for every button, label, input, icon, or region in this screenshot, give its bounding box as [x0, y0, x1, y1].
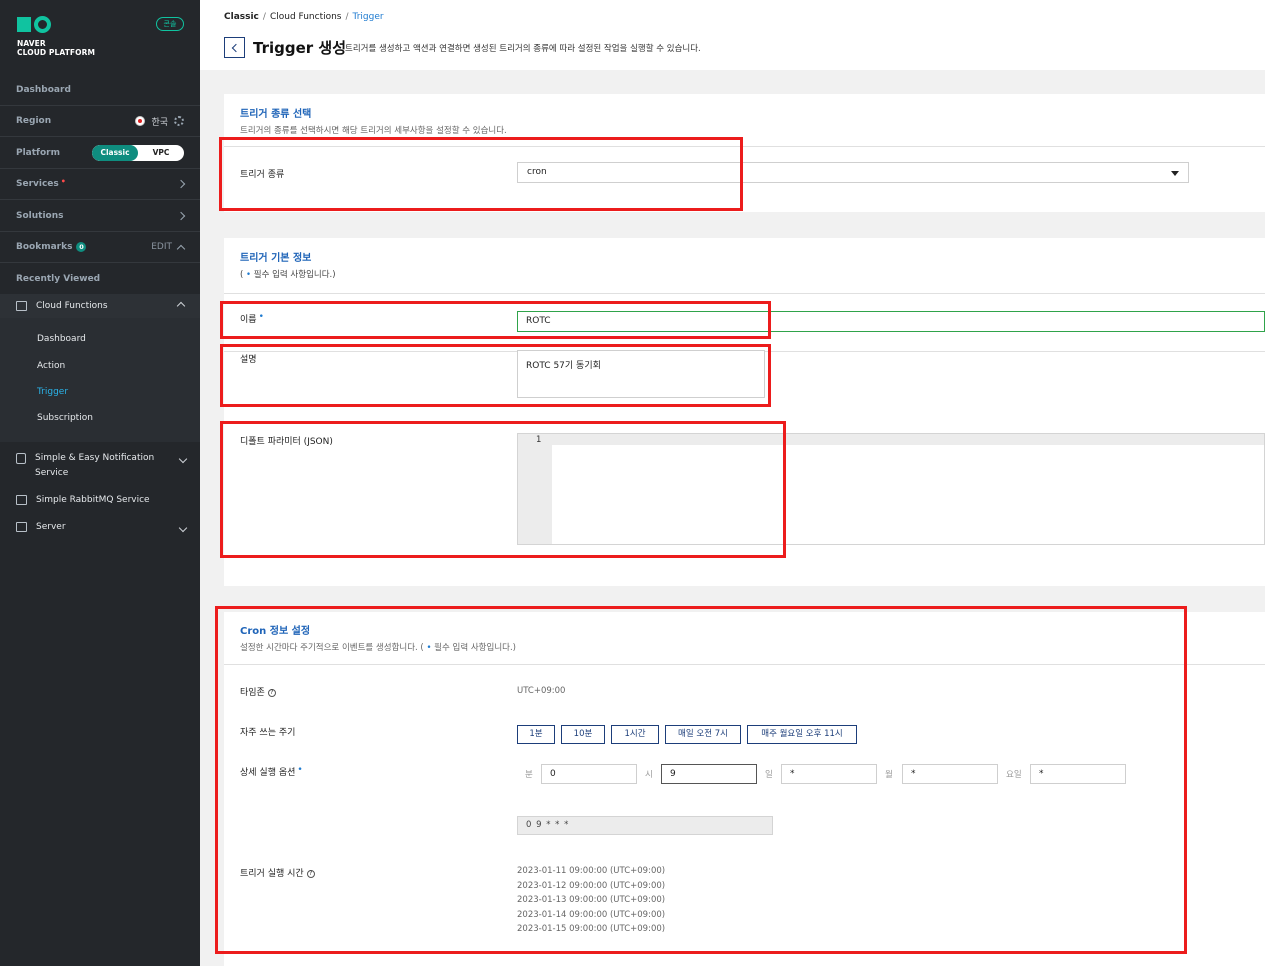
sidebar-item-rabbitmq[interactable]: Simple RabbitMQ Service: [16, 493, 186, 508]
ncp-logo[interactable]: NAVER CLOUD PLATFORM: [17, 16, 95, 57]
sidebar-item-label: Cloud Functions: [36, 301, 108, 311]
page-description: 트리거를 생성하고 액션과 연결하면 생성된 트리거의 종류에 따라 설정된 작…: [345, 44, 701, 54]
cloud-functions-icon: [16, 301, 27, 311]
sidebar-item-bookmarks[interactable]: Bookmarks 0 EDIT: [0, 232, 200, 263]
submenu-item-subscription[interactable]: Subscription: [37, 413, 93, 423]
chevron-up-icon[interactable]: [176, 244, 186, 253]
platform-vpc-option[interactable]: VPC: [138, 145, 184, 161]
highlight-box: [220, 344, 771, 407]
console-badge[interactable]: 콘솔: [156, 17, 184, 31]
logo-icon: [17, 16, 95, 33]
chevron-up-icon[interactable]: [176, 301, 186, 311]
sidebar-item-label: Bookmarks: [16, 242, 73, 252]
logo-line2: CLOUD PLATFORM: [17, 48, 96, 57]
breadcrumb-cloud-functions[interactable]: Cloud Functions: [270, 12, 342, 22]
submenu-item-trigger[interactable]: Trigger: [37, 387, 68, 397]
sidebar-platform: Platform Classic VPC: [0, 138, 200, 169]
basic-info-note: ( • 필수 입력 사항입니다.): [240, 270, 336, 280]
server-icon: [16, 522, 27, 532]
chevron-down-icon[interactable]: [178, 454, 188, 464]
sidebar-item-cloud-functions[interactable]: Cloud Functions: [0, 294, 200, 318]
sidebar-item-label: Solutions: [16, 211, 64, 221]
bookmarks-count-badge: 0: [76, 242, 87, 252]
korea-flag-icon: [135, 116, 146, 126]
notification-service-icon: [16, 453, 26, 464]
trigger-type-title: 트리거 종류 선택: [240, 109, 312, 120]
sidebar-item-dashboard[interactable]: Dashboard: [0, 75, 200, 106]
sens-label-line2: Service: [35, 468, 69, 478]
region-value[interactable]: 한국: [151, 115, 168, 128]
cloud-functions-submenu: Dashboard Action Trigger Subscription: [0, 318, 200, 442]
platform-classic-option[interactable]: Classic: [92, 145, 138, 161]
rabbitmq-label: Simple RabbitMQ Service: [36, 495, 150, 505]
chevron-right-icon: [176, 179, 186, 189]
caret-down-icon: [1171, 171, 1179, 176]
platform-label: Platform: [16, 148, 60, 158]
highlight-box: [220, 301, 771, 339]
page-title: Trigger 생성: [253, 39, 346, 57]
breadcrumb-trigger[interactable]: Trigger: [353, 12, 384, 22]
basic-info-title: 트리거 기본 정보: [240, 253, 312, 264]
chevron-right-icon: [176, 211, 186, 221]
highlight-box: [215, 606, 1187, 954]
sidebar-region: Region 한국: [0, 106, 200, 137]
server-label: Server: [36, 522, 66, 532]
region-label: Region: [16, 116, 52, 126]
submenu-item-dashboard[interactable]: Dashboard: [37, 334, 86, 344]
submenu-item-action[interactable]: Action: [37, 361, 65, 371]
new-dot-icon: •: [60, 176, 66, 186]
sens-label-line1: Simple & Easy Notification: [35, 453, 155, 463]
rabbitmq-icon: [16, 495, 27, 505]
logo-line1: NAVER: [17, 39, 46, 48]
breadcrumb: Classic / Cloud Functions / Trigger: [224, 12, 384, 22]
highlight-box: [220, 421, 786, 558]
sidebar-item-label: Dashboard: [16, 85, 71, 95]
highlight-box: [219, 137, 743, 211]
platform-toggle[interactable]: Classic VPC: [92, 145, 184, 161]
gear-icon[interactable]: [174, 116, 184, 126]
breadcrumb-classic[interactable]: Classic: [224, 12, 259, 22]
sidebar-recently-viewed: Recently Viewed: [0, 263, 200, 294]
sidebar-item-label: Services: [16, 179, 59, 189]
page-header: Classic / Cloud Functions / Trigger Trigger …: [200, 0, 1265, 70]
sidebar: NAVER CLOUD PLATFORM 콘솔 Dashboard Region…: [0, 0, 200, 966]
sidebar-item-server[interactable]: Server: [16, 520, 188, 535]
bookmarks-edit-link[interactable]: EDIT: [151, 242, 172, 252]
recently-viewed-label: Recently Viewed: [16, 273, 101, 284]
sidebar-item-solutions[interactable]: Solutions: [0, 201, 200, 232]
back-button[interactable]: [224, 37, 245, 58]
chevron-left-icon: [231, 43, 241, 52]
sidebar-item-services[interactable]: Services •: [0, 169, 200, 200]
trigger-type-description: 트리거의 종류를 선택하시면 해당 트리거의 세부사항을 설정할 수 있습니다.: [240, 126, 507, 136]
chevron-down-icon[interactable]: [178, 523, 188, 533]
sidebar-item-sens[interactable]: Simple & Easy Notification Service: [16, 451, 188, 481]
